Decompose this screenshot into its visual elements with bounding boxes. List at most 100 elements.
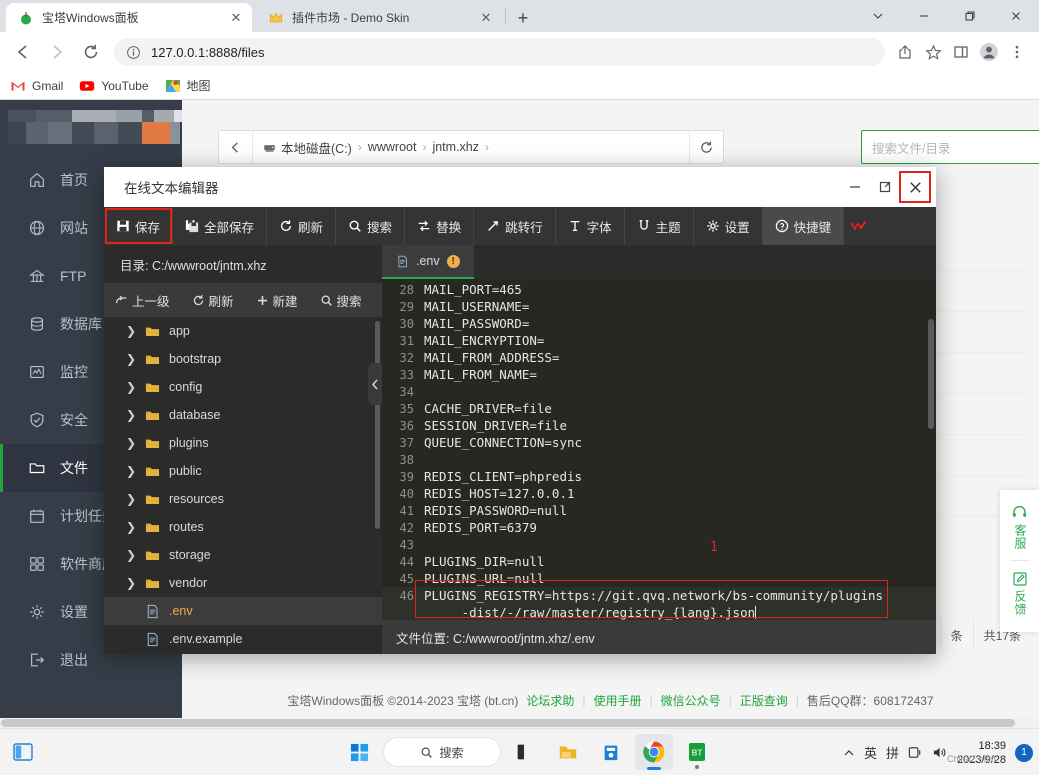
file-tree-item[interactable]: ❯ routes <box>104 513 382 541</box>
volume-icon[interactable] <box>932 745 948 760</box>
bookmark-youtube[interactable]: YouTube <box>79 78 149 94</box>
panel-collapse-handle[interactable] <box>368 363 382 405</box>
notification-badge[interactable]: 1 <box>1015 743 1033 762</box>
footer-link-forum[interactable]: 论坛求助 <box>526 692 574 709</box>
taskbar-app-file-explorer-dark[interactable] <box>506 734 544 770</box>
taskbar-clock[interactable]: 18:39 2023/9/28 ChinaZ.com <box>947 739 1006 767</box>
chevron-right-icon[interactable]: ❯ <box>126 548 136 562</box>
share-icon[interactable] <box>891 38 919 66</box>
file-tree-scrollbar[interactable] <box>375 321 380 529</box>
browser-tab-inactive[interactable]: 插件市场 - Demo Skin ✕ <box>256 3 502 32</box>
profile-icon[interactable] <box>975 38 1003 66</box>
chevron-right-icon[interactable]: ❯ <box>126 436 136 450</box>
reload-button[interactable] <box>76 37 106 67</box>
editor-font-button[interactable]: 字体 <box>556 207 625 245</box>
code-scrollbar[interactable] <box>928 319 934 429</box>
chevron-up-icon[interactable] <box>843 747 855 759</box>
breadcrumb-item-wwwroot[interactable]: wwwroot <box>368 140 417 154</box>
tab-close-icon[interactable]: ✕ <box>228 10 244 26</box>
taskbar-app-store[interactable] <box>592 734 630 770</box>
editor-settings-button[interactable]: 设置 <box>694 207 763 245</box>
start-button[interactable] <box>340 734 378 770</box>
taskbar-app-chrome[interactable] <box>635 734 673 770</box>
keyboard-icon[interactable] <box>908 745 923 760</box>
footer-link-wechat[interactable]: 微信公众号 <box>661 692 721 709</box>
breadcrumb-item-disk[interactable]: 本地磁盘(C:) <box>263 138 352 157</box>
chevron-right-icon[interactable]: ❯ <box>126 352 136 366</box>
file-tree-new-button[interactable]: 新建 <box>245 291 309 310</box>
ime-language-indicator[interactable]: 英 <box>864 743 877 762</box>
chevron-right-icon[interactable]: ❯ <box>126 408 136 422</box>
code-area[interactable]: 28 MAIL_PORT=465 29 MAIL_USERNAME= 30 MAIL_… <box>382 279 936 620</box>
taskbar-widgets-button[interactable] <box>8 737 38 767</box>
sidepanel-icon[interactable] <box>947 38 975 66</box>
editor-close-icon[interactable] <box>899 171 931 203</box>
file-tree-item[interactable]: ❯ bootstrap <box>104 345 382 373</box>
side-widget-feedback[interactable]: 反馈 <box>1007 565 1033 622</box>
file-tree-item[interactable]: ❯ vendor <box>104 569 382 597</box>
file-tree-item[interactable]: ❯ public <box>104 457 382 485</box>
file-tree-item[interactable]: .env.example <box>104 625 382 653</box>
editor-goto-line-button[interactable]: 跳转行 <box>474 207 556 245</box>
bookmark-maps[interactable]: 地图 <box>165 77 211 94</box>
forward-button[interactable] <box>42 37 72 67</box>
new-tab-button[interactable]: + <box>512 7 534 29</box>
breadcrumb-back-button[interactable] <box>219 131 253 163</box>
editor-theme-button[interactable]: 主题 <box>625 207 694 245</box>
pagination-per-page[interactable]: 条 <box>939 620 973 650</box>
file-tree-item[interactable]: ❯ app <box>104 317 382 345</box>
star-icon[interactable] <box>919 38 947 66</box>
editor-tab-env[interactable]: .env ! <box>382 245 474 279</box>
editor-refresh-button[interactable]: 刷新 <box>267 207 337 245</box>
page-horizontal-scrollbar[interactable] <box>0 718 1039 728</box>
taskbar-app-bt[interactable]: BT <box>678 734 716 770</box>
chevron-right-icon[interactable]: ❯ <box>126 520 136 534</box>
chevron-right-icon[interactable]: ❯ <box>126 576 136 590</box>
editor-toolbar-label: 设置 <box>724 220 750 235</box>
database-icon <box>31 317 43 331</box>
editor-search-button[interactable]: 搜索 <box>336 207 406 245</box>
restore-icon[interactable] <box>947 0 993 32</box>
editor-save-button[interactable]: 保存 <box>104 207 174 245</box>
browser-tab-active[interactable]: 宝塔Windows面板 ✕ <box>6 3 252 32</box>
breadcrumb-refresh-button[interactable] <box>689 131 723 163</box>
file-tree-search-button[interactable]: 搜索 <box>309 291 373 310</box>
file-tree-item[interactable]: ❯ database <box>104 401 382 429</box>
chevron-right-icon[interactable]: ❯ <box>126 464 136 478</box>
file-search-box[interactable]: 搜索文件/目录 <box>861 130 1039 164</box>
editor-replace-button[interactable]: 替换 <box>405 207 475 245</box>
file-tree-item[interactable]: ❯ resources <box>104 485 382 513</box>
side-widget-support[interactable]: 客服 <box>1007 498 1033 556</box>
ime-pinyin-indicator[interactable]: 拼 <box>886 743 899 762</box>
bookmark-gmail[interactable]: Gmail <box>10 78 63 94</box>
scrollbar-thumb[interactable] <box>1 719 1015 727</box>
footer-link-manual[interactable]: 使用手册 <box>593 692 641 709</box>
breadcrumb-item-project[interactable]: jntm.xhz <box>432 140 479 154</box>
omnibox[interactable]: 127.0.0.1:8888/files <box>114 38 885 66</box>
file-icon <box>398 255 407 267</box>
editor-maximize-icon[interactable] <box>870 172 900 202</box>
editor-save-all-button[interactable]: 全部保存 <box>173 207 268 245</box>
tab-close-icon[interactable]: ✕ <box>478 10 494 26</box>
chevron-right-icon[interactable]: ❯ <box>126 380 136 394</box>
taskbar-search[interactable]: 搜索 <box>383 737 501 767</box>
back-button[interactable] <box>8 37 38 67</box>
file-tree-up-button[interactable]: 上一级 <box>104 291 181 310</box>
file-tree-refresh-button[interactable]: 刷新 <box>181 291 245 310</box>
file-tree-item[interactable]: ❯ storage <box>104 541 382 569</box>
editor-minimize-icon[interactable] <box>840 172 870 202</box>
taskbar-app-folder[interactable] <box>549 734 587 770</box>
editor-shortcuts-button[interactable]: 快捷键 <box>762 207 845 245</box>
footer-link-license[interactable]: 正版查询 <box>740 692 788 709</box>
taskbar-tray: 英 拼 18:39 2023/9/28 ChinaZ.com 1 <box>843 729 1033 775</box>
menu-icon[interactable] <box>1003 38 1031 66</box>
editor-toolbar-more-icon[interactable] <box>844 207 872 245</box>
chevron-right-icon[interactable]: ❯ <box>126 492 136 506</box>
chevron-down-icon[interactable] <box>855 0 901 32</box>
file-tree-item-selected[interactable]: .env <box>104 597 382 625</box>
close-icon[interactable] <box>993 0 1039 32</box>
file-tree-item[interactable]: ❯ config <box>104 373 382 401</box>
minimize-icon[interactable] <box>901 0 947 32</box>
file-tree-item[interactable]: ❯ plugins <box>104 429 382 457</box>
chevron-right-icon[interactable]: ❯ <box>126 324 136 338</box>
